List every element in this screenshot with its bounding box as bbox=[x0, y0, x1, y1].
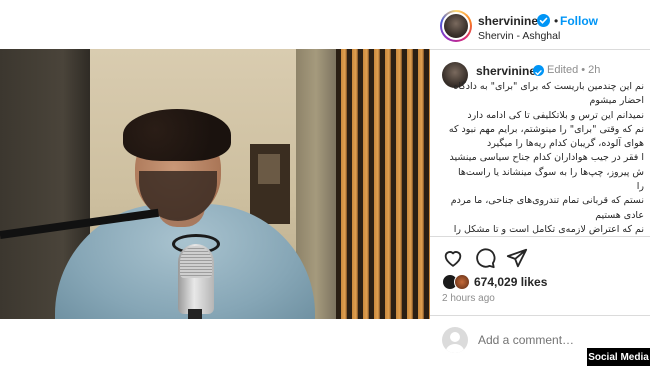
caption-divider bbox=[430, 236, 650, 237]
caption-line: ا فقر در جیب هواداران کدام جناح سیاسی می… bbox=[449, 152, 644, 164]
source-watermark: Social Media bbox=[587, 348, 650, 366]
viewer-avatar-icon bbox=[442, 327, 468, 353]
caption-line: نم این چندمین باریست که برای "برای" به د… bbox=[453, 81, 644, 92]
comment-input[interactable]: Add a comment… bbox=[478, 333, 574, 347]
caption-line: ش پیروز، چپ‌ها را به سوگ مینشاند یا راست… bbox=[458, 166, 644, 178]
caption-text: نم این چندمین باریست که برای "برای" به د… bbox=[440, 80, 644, 236]
likes-row: 674,029 likes bbox=[430, 272, 650, 292]
singer-hair bbox=[123, 109, 231, 161]
caption-verified-icon bbox=[533, 65, 544, 76]
caption-username[interactable]: shervinine bbox=[476, 64, 536, 78]
mic-stand bbox=[188, 309, 202, 319]
caption-area: shervinine Edited • 2h نم این چندمین بار… bbox=[430, 50, 650, 236]
audio-subtitle[interactable]: Shervin - Ashghal bbox=[478, 30, 560, 42]
caption-line: هوای آلوده، گریبان کدام ریه‌ها را میگیرد bbox=[486, 138, 644, 150]
post-timestamp[interactable]: 2 hours ago bbox=[442, 293, 495, 304]
caption-line: نمیدانم این ترس و بلاتکلیفی تا کی ادامه … bbox=[467, 109, 644, 121]
header-username[interactable]: shervinine bbox=[478, 14, 538, 28]
caption-line: عادی هستیم bbox=[595, 209, 644, 221]
caption-line: احضار میشوم bbox=[589, 95, 644, 107]
caption-line: نستم که قربانی تمام تندروی‌های جناحی، ما… bbox=[450, 195, 644, 207]
like-heart-icon[interactable] bbox=[442, 247, 464, 269]
profile-avatar[interactable] bbox=[440, 10, 472, 42]
caption-line: نم که وقتی "برای" را مینوشتم، برایم مهم … bbox=[448, 123, 644, 135]
follow-button[interactable]: Follow bbox=[560, 14, 598, 28]
caption-line: نم که اعتراض لازمه‌ی تکامل است و تا مشکل… bbox=[453, 223, 644, 235]
liker-avatar[interactable] bbox=[454, 274, 470, 290]
avatar-image bbox=[442, 12, 470, 40]
likes-count[interactable]: 674,029 likes bbox=[474, 275, 547, 289]
caption-line: را bbox=[636, 181, 644, 193]
action-bar bbox=[430, 243, 650, 273]
post-video[interactable] bbox=[0, 49, 430, 319]
post-header: shervinine • Follow Shervin - Ashghal bbox=[430, 0, 650, 49]
comment-bubble-icon[interactable] bbox=[474, 247, 496, 269]
video-wood-slats bbox=[336, 49, 430, 319]
verified-badge-icon bbox=[537, 14, 550, 27]
share-paper-plane-icon[interactable] bbox=[506, 247, 528, 269]
comment-divider bbox=[430, 315, 650, 316]
follow-separator: • bbox=[554, 14, 559, 28]
caption-meta: Edited • 2h bbox=[547, 64, 601, 76]
mic-grille bbox=[180, 246, 212, 278]
